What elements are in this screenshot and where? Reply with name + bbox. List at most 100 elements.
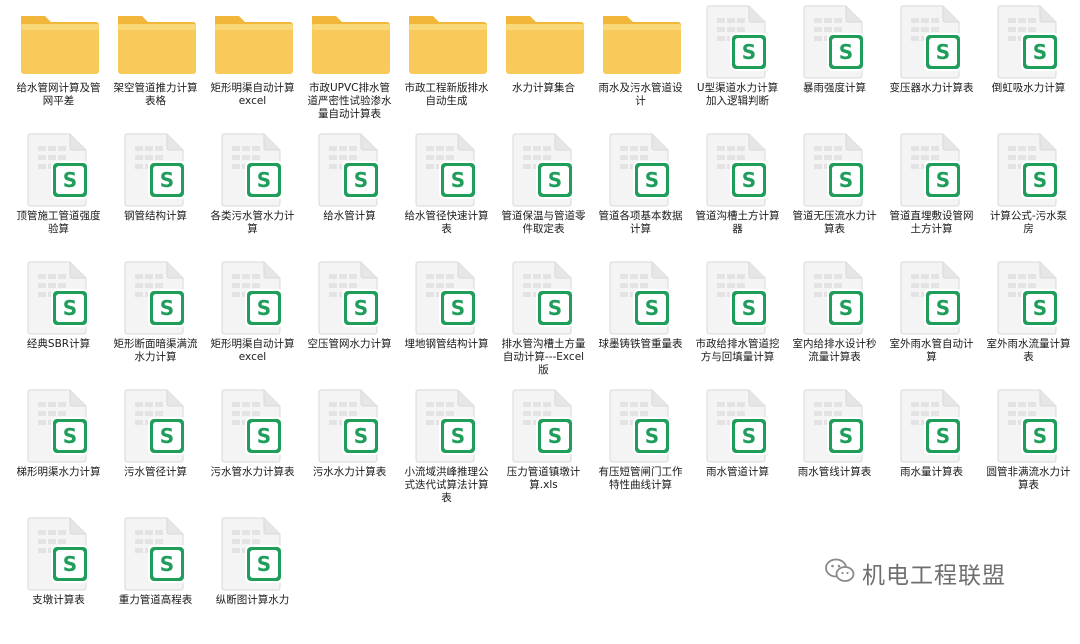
file-item[interactable]: S 埋地钢管结构计算: [398, 260, 495, 388]
folder-item[interactable]: 给水管网计算及管网平差: [10, 4, 107, 132]
wps-spreadsheet-file-icon: S: [980, 260, 1077, 336]
item-label: 纵断图计算水力: [215, 594, 290, 606]
spreadsheet-badge-letter: S: [838, 296, 854, 320]
folder-icon: [301, 4, 398, 80]
item-label: 污水管水力计算表: [210, 466, 295, 478]
file-item[interactable]: S 室外雨水管自动计算: [883, 260, 980, 388]
item-label: 各类污水管水力计算: [210, 210, 295, 235]
file-item[interactable]: S 雨水管道计算: [689, 388, 786, 516]
item-label: 空压管网水力计算: [307, 338, 392, 350]
file-item[interactable]: S 压力管道镇墩计算.xls: [495, 388, 592, 516]
file-item[interactable]: S 矩形明渠自动计算excel: [204, 260, 301, 388]
file-item[interactable]: S 污水水力计算表: [301, 388, 398, 516]
wps-spreadsheet-file-icon: S: [107, 260, 204, 336]
file-item[interactable]: S 梯形明渠水力计算: [10, 388, 107, 516]
file-item[interactable]: S 雨水量计算表: [883, 388, 980, 516]
spreadsheet-badge-letter: S: [62, 424, 78, 448]
file-item[interactable]: S 市政给排水管道挖方与回填量计算: [689, 260, 786, 388]
file-item[interactable]: S 变压器水力计算表: [883, 4, 980, 132]
spreadsheet-badge-letter: S: [1032, 296, 1048, 320]
wps-spreadsheet-file-icon: S: [398, 132, 495, 208]
spreadsheet-badge-letter: S: [159, 552, 175, 576]
file-item[interactable]: S 空压管网水力计算: [301, 260, 398, 388]
file-item[interactable]: S 室内给排水设计秒流量计算表: [786, 260, 883, 388]
item-label: 有压短管闸门工作特性曲线计算: [598, 466, 683, 491]
folder-icon: [398, 4, 495, 80]
file-item[interactable]: S 污水管径计算: [107, 388, 204, 516]
spreadsheet-badge-letter: S: [1032, 424, 1048, 448]
spreadsheet-badge-letter: S: [741, 168, 757, 192]
wps-spreadsheet-file-icon: S: [980, 4, 1077, 80]
item-label: 重力管道高程表: [118, 594, 193, 606]
file-item[interactable]: S 暴雨强度计算: [786, 4, 883, 132]
file-item[interactable]: S 管道各项基本数据计算: [592, 132, 689, 260]
file-item[interactable]: S 排水管沟槽土方量自动计算---Excel版: [495, 260, 592, 388]
wps-spreadsheet-file-icon: S: [204, 132, 301, 208]
folder-item[interactable]: 市政工程新版排水自动生成: [398, 4, 495, 132]
item-label: 顶管施工管道强度验算: [16, 210, 101, 235]
file-item[interactable]: S 倒虹吸水力计算: [980, 4, 1077, 132]
folder-icon: [204, 4, 301, 80]
folder-item[interactable]: 水力计算集合: [495, 4, 592, 132]
wps-spreadsheet-file-icon: S: [592, 132, 689, 208]
file-item[interactable]: S 管道无压流水力计算表: [786, 132, 883, 260]
file-item[interactable]: S 污水管水力计算表: [204, 388, 301, 516]
file-item[interactable]: S 经典SBR计算: [10, 260, 107, 388]
wechat-icon: [824, 557, 856, 589]
folder-icon: [495, 4, 592, 80]
file-item[interactable]: S 钢管结构计算: [107, 132, 204, 260]
wps-spreadsheet-file-icon: S: [495, 132, 592, 208]
file-item[interactable]: S 纵断图计算水力: [204, 516, 301, 644]
item-label: 圆管非满流水力计算表: [986, 466, 1071, 491]
folder-item[interactable]: 矩形明渠自动计算excel: [204, 4, 301, 132]
wps-spreadsheet-file-icon: S: [592, 388, 689, 464]
item-label: 暴雨强度计算: [803, 82, 866, 94]
file-item[interactable]: S 小流域洪峰推理公式迭代试算法计算表: [398, 388, 495, 516]
spreadsheet-badge-letter: S: [644, 168, 660, 192]
spreadsheet-badge-letter: S: [1032, 168, 1048, 192]
file-item[interactable]: S 计算公式-污水泵房: [980, 132, 1077, 260]
file-item[interactable]: S U型渠道水力计算加入逻辑判断: [689, 4, 786, 132]
file-item[interactable]: S 支墩计算表: [10, 516, 107, 644]
spreadsheet-badge-letter: S: [644, 296, 660, 320]
file-item[interactable]: S 雨水管线计算表: [786, 388, 883, 516]
item-label: 室外雨水流量计算表: [986, 338, 1071, 363]
spreadsheet-badge-letter: S: [547, 424, 563, 448]
spreadsheet-badge-letter: S: [62, 168, 78, 192]
spreadsheet-badge-letter: S: [62, 552, 78, 576]
item-label: 倒虹吸水力计算: [991, 82, 1066, 94]
item-label: 水力计算集合: [512, 82, 575, 94]
item-label: U型渠道水力计算加入逻辑判断: [696, 82, 779, 107]
item-label: 给水管计算: [323, 210, 376, 222]
folder-item[interactable]: 雨水及污水管道设计: [592, 4, 689, 132]
watermark-text: 机电工程联盟: [862, 563, 1006, 589]
spreadsheet-badge-letter: S: [256, 552, 272, 576]
item-label: 污水管径计算: [124, 466, 187, 478]
file-item[interactable]: S 给水管径快速计算表: [398, 132, 495, 260]
spreadsheet-badge-letter: S: [935, 424, 951, 448]
spreadsheet-badge-letter: S: [353, 168, 369, 192]
wps-spreadsheet-file-icon: S: [883, 388, 980, 464]
file-item[interactable]: S 矩形断面暗渠满流水力计算: [107, 260, 204, 388]
file-item[interactable]: S 给水管计算: [301, 132, 398, 260]
file-item[interactable]: S 球墨铸铁管重量表: [592, 260, 689, 388]
file-item[interactable]: S 管道沟槽土方计算器: [689, 132, 786, 260]
folder-item[interactable]: 市政UPVC排水管道严密性试验渗水量自动计算表: [301, 4, 398, 132]
file-item[interactable]: S 圆管非满流水力计算表: [980, 388, 1077, 516]
file-item[interactable]: S 管道保温与管道零件取定表: [495, 132, 592, 260]
wps-spreadsheet-file-icon: S: [301, 388, 398, 464]
file-item[interactable]: S 重力管道高程表: [107, 516, 204, 644]
item-label: 雨水及污水管道设计: [598, 82, 683, 107]
folder-item[interactable]: 架空管道推力计算表格: [107, 4, 204, 132]
file-item[interactable]: S 管道直埋敷设管网土方计算: [883, 132, 980, 260]
spreadsheet-badge-letter: S: [547, 168, 563, 192]
file-item[interactable]: S 各类污水管水力计算: [204, 132, 301, 260]
file-item[interactable]: S 室外雨水流量计算表: [980, 260, 1077, 388]
file-item[interactable]: S 有压短管闸门工作特性曲线计算: [592, 388, 689, 516]
item-label: 矩形断面暗渠满流水力计算: [113, 338, 198, 363]
item-label: 管道无压流水力计算表: [792, 210, 877, 235]
spreadsheet-badge-letter: S: [838, 40, 854, 64]
spreadsheet-badge-letter: S: [353, 424, 369, 448]
wps-spreadsheet-file-icon: S: [10, 388, 107, 464]
file-item[interactable]: S 顶管施工管道强度验算: [10, 132, 107, 260]
